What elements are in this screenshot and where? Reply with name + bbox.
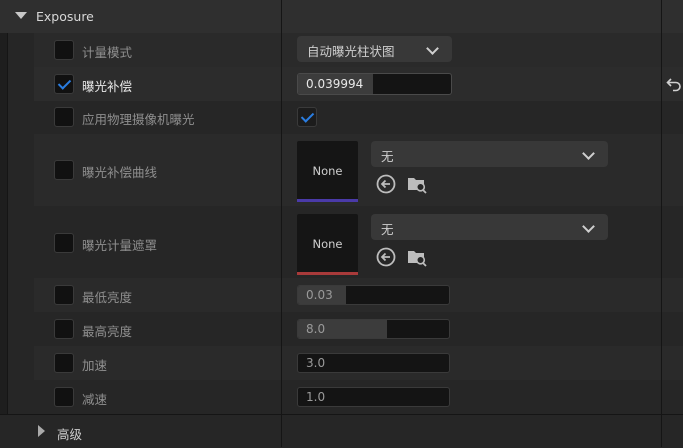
row-speed-up: 加速 3.0 [34, 346, 683, 381]
override-checkbox-compensation-curve[interactable] [54, 160, 74, 180]
row-speed-down: 减速 1.0 [34, 380, 683, 415]
exposure-compensation-input[interactable]: 0.039994 [297, 73, 452, 95]
indent-gutter-inner [7, 33, 34, 414]
row-max-brightness: 最高亮度 8.0 [34, 312, 683, 347]
min-brightness-input[interactable]: 0.03 [297, 285, 450, 305]
thumbnail-text: None [312, 164, 343, 178]
advanced-title: 高级 [57, 427, 83, 442]
browse-asset-icon[interactable] [406, 173, 428, 195]
property-label: 曝光补偿 [82, 79, 133, 94]
dropdown-value: 自动曝光柱状图 [307, 44, 395, 59]
override-checkbox-exposure-compensation[interactable] [54, 74, 74, 94]
use-selected-asset-icon[interactable] [375, 173, 397, 195]
indent-gutter [0, 33, 7, 414]
exposure-section-header[interactable]: Exposure [0, 0, 683, 34]
physical-camera-value-checkbox[interactable] [297, 107, 317, 127]
collapse-triangle-icon[interactable] [38, 425, 45, 437]
numeric-value: 3.0 [306, 356, 326, 370]
thumbnail-text: None [312, 237, 343, 251]
property-label: 最高亮度 [82, 324, 133, 339]
row-metering-mode: 计量模式 自动曝光柱状图 [34, 33, 683, 68]
override-checkbox-min-brightness[interactable] [54, 285, 74, 305]
property-label: 加速 [82, 358, 108, 373]
row-compensation-curve: 曝光补偿曲线 None 无 [34, 134, 683, 207]
speed-down-input[interactable]: 1.0 [297, 387, 450, 407]
numeric-value: 0.039994 [306, 77, 364, 91]
browse-asset-icon[interactable] [406, 246, 428, 268]
override-checkbox-max-brightness[interactable] [54, 319, 74, 339]
numeric-value: 1.0 [306, 390, 326, 404]
curve-asset-picker[interactable]: 无 [371, 141, 608, 167]
override-checkbox-metering-mode[interactable] [54, 40, 74, 60]
curve-asset-thumbnail[interactable]: None [297, 141, 358, 202]
property-label: 计量模式 [82, 45, 133, 60]
dropdown-value: 无 [381, 222, 394, 237]
override-checkbox-speed-up[interactable] [54, 353, 74, 373]
numeric-value: 0.03 [306, 288, 333, 302]
chevron-down-icon [426, 42, 439, 55]
dropdown-value: 无 [381, 149, 394, 164]
use-selected-asset-icon[interactable] [375, 246, 397, 268]
property-label: 曝光计量遮罩 [82, 238, 158, 253]
row-metering-mask: 曝光计量遮罩 None 无 [34, 206, 683, 279]
property-label: 曝光补偿曲线 [82, 165, 158, 180]
numeric-value: 8.0 [306, 322, 326, 336]
row-exposure-compensation: 曝光补偿 0.039994 [34, 67, 683, 102]
advanced-group-header[interactable]: 高级 [0, 414, 683, 448]
speed-up-input[interactable]: 3.0 [297, 353, 450, 373]
property-label: 应用物理摄像机曝光 [82, 112, 195, 127]
chevron-down-icon [582, 220, 595, 233]
reset-column-divider [661, 0, 662, 447]
metering-mode-dropdown[interactable]: 自动曝光柱状图 [297, 36, 452, 62]
property-label: 最低亮度 [82, 290, 133, 305]
chevron-down-icon [582, 147, 595, 160]
override-checkbox-speed-down[interactable] [54, 387, 74, 407]
asset-type-bar [297, 272, 358, 275]
mask-asset-picker[interactable]: 无 [371, 214, 608, 240]
section-title: Exposure [36, 9, 94, 24]
max-brightness-input[interactable]: 8.0 [297, 319, 450, 339]
row-min-brightness: 最低亮度 0.03 [34, 278, 683, 313]
override-checkbox-physical-camera[interactable] [54, 107, 74, 127]
row-apply-physical-camera: 应用物理摄像机曝光 [34, 101, 683, 135]
details-panel: Exposure 计量模式 自动曝光柱状图 曝光补偿 0.039994 应用物理… [0, 0, 683, 448]
property-label: 减速 [82, 392, 108, 407]
asset-type-bar [297, 199, 358, 202]
mask-asset-thumbnail[interactable]: None [297, 214, 358, 275]
reset-to-default-icon[interactable] [666, 76, 682, 92]
expand-triangle-icon[interactable] [15, 12, 27, 19]
column-splitter[interactable] [281, 0, 282, 447]
override-checkbox-metering-mask[interactable] [54, 233, 74, 253]
